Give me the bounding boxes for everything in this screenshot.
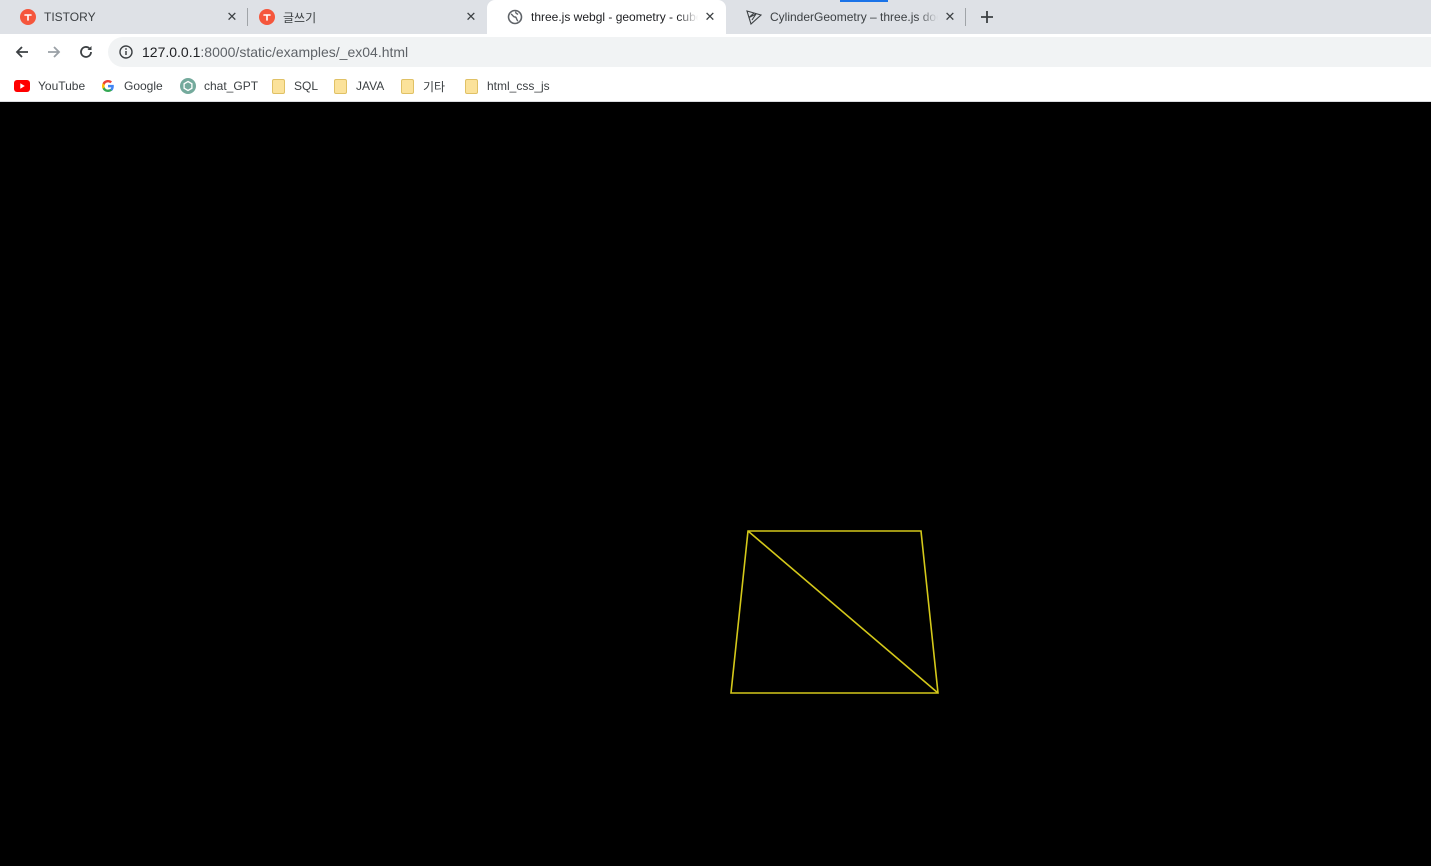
bookmark-label: html_css_js	[487, 79, 550, 93]
close-tab-icon[interactable]: ✕	[224, 9, 240, 25]
folder-icon	[270, 78, 286, 94]
bookmark-label: chat_GPT	[204, 79, 259, 93]
site-info-icon[interactable]	[118, 44, 134, 60]
tab-strip: TISTORY ✕ 글쓰기 ✕ three.js webgl - geometr…	[0, 0, 1431, 34]
tab-tistory[interactable]: TISTORY ✕	[0, 0, 248, 34]
bookmark-label: JAVA	[356, 79, 385, 93]
bookmark-folder-html-css-js[interactable]: html_css_js	[463, 75, 550, 97]
tab-threejs-geometry-cube[interactable]: three.js webgl - geometry - cube ✕	[487, 0, 726, 34]
back-button[interactable]	[8, 38, 36, 66]
tab-title: 글쓰기	[283, 10, 317, 25]
folder-icon	[463, 78, 479, 94]
youtube-icon	[14, 78, 30, 94]
tab-title: CylinderGeometry – three.js docs	[770, 10, 938, 24]
reload-button[interactable]	[72, 38, 100, 66]
bookmark-folder-sql[interactable]: SQL	[270, 75, 318, 97]
wireframe-diagonal	[747, 530, 939, 694]
google-icon	[100, 78, 116, 94]
wireframe-quad	[730, 530, 939, 694]
arrow-right-icon	[48, 46, 61, 58]
new-tab-button[interactable]	[975, 5, 999, 29]
close-tab-icon[interactable]: ✕	[942, 9, 958, 25]
threejs-icon	[746, 9, 762, 25]
bookmark-label: Google	[124, 79, 163, 93]
bookmark-label: 기타	[423, 79, 446, 94]
bookmark-label: SQL	[294, 79, 319, 93]
bookmark-youtube[interactable]: YouTube	[14, 75, 85, 97]
chatgpt-icon	[180, 78, 196, 94]
browser-toolbar: 127.0.0.1:8000/static/examples/_ex04.htm…	[0, 34, 1431, 70]
reload-icon	[80, 46, 92, 58]
webgl-canvas[interactable]	[0, 103, 1431, 866]
bookmark-google[interactable]: Google	[100, 75, 163, 97]
plus-icon	[981, 11, 993, 23]
tab-title: three.js webgl - geometry - cube	[531, 10, 698, 24]
close-tab-icon[interactable]: ✕	[702, 9, 718, 25]
folder-icon	[332, 78, 348, 94]
tab-title: TISTORY	[44, 10, 96, 24]
url-host: 127.0.0.1	[142, 44, 201, 60]
folder-icon	[399, 78, 415, 94]
globe-icon	[507, 9, 523, 25]
url-path: :8000/static/examples/_ex04.html	[200, 44, 409, 60]
tab-cylindergeometry-docs[interactable]: CylinderGeometry – three.js docs ✕	[726, 0, 966, 34]
bookmark-folder-etc[interactable]: 기타	[399, 75, 445, 97]
close-tab-icon[interactable]: ✕	[463, 9, 479, 25]
arrow-left-icon	[15, 46, 28, 58]
url-text: 127.0.0.1:8000/static/examples/_ex04.htm…	[142, 44, 408, 60]
tab-divider	[965, 8, 966, 26]
address-bar[interactable]: 127.0.0.1:8000/static/examples/_ex04.htm…	[108, 37, 1431, 67]
scene-render	[730, 530, 939, 694]
tab-write[interactable]: 글쓰기 ✕	[239, 0, 487, 34]
bookmark-chat-gpt[interactable]: chat_GPT	[180, 75, 258, 97]
bookmark-label: YouTube	[38, 79, 86, 93]
tistory-icon	[20, 9, 36, 25]
forward-button[interactable]	[40, 38, 68, 66]
bookmark-folder-java[interactable]: JAVA	[332, 75, 384, 97]
bookmarks-bar: YouTube Google chat_GPT SQL JAVA 기타 html…	[0, 70, 1431, 102]
tistory-icon	[259, 9, 275, 25]
